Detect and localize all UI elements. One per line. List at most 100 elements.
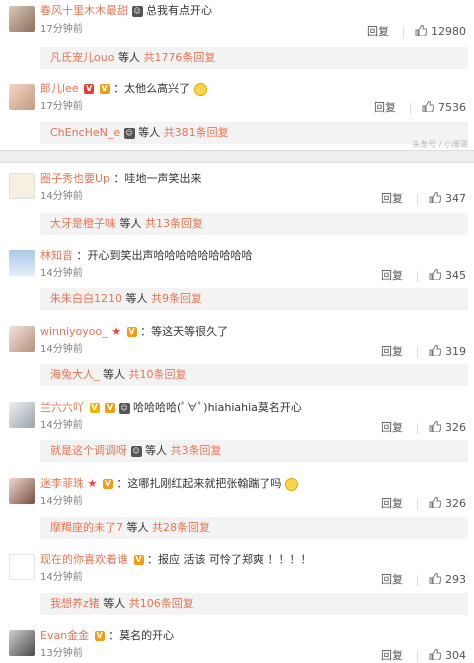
reply-username[interactable]: 就是这个调调呀 <box>50 444 127 457</box>
reply-summary[interactable]: 大牙是橙子味 等人 共13条回复 <box>40 213 468 235</box>
thumbs-up-icon[interactable] <box>422 100 435 115</box>
reply-username[interactable]: 凡氏宠儿ouo <box>50 51 114 64</box>
reply-etc: 等人 <box>103 368 125 381</box>
comment-line: 郎儿lee V V ：太他么高兴了 <box>40 82 207 96</box>
username-link[interactable]: 兰六六吖 <box>40 401 84 414</box>
avatar[interactable] <box>9 6 35 32</box>
emoji-icon: ☺ <box>118 402 130 414</box>
reply-username[interactable]: 海兔大人_ <box>50 368 100 381</box>
avatar[interactable] <box>9 402 35 428</box>
comment-text: ：哇地一声笑出来 <box>113 172 202 185</box>
comment-line: 兰六六吖 V V ☺ 哈哈哈哈(ﾟ∀ﾟ)hiahiahia莫名开心 <box>40 401 302 415</box>
username-link[interactable]: 林知音 <box>40 249 73 262</box>
reply-total-link[interactable]: 共3条回复 <box>171 444 222 457</box>
reply-total-link[interactable]: 共381条回复 <box>164 126 229 139</box>
comment-line: 迷李菲珠 ★ V ：这哪扎刚红起来就把张翰踹了吗 <box>40 477 298 491</box>
reply-button[interactable]: 回复 <box>381 649 403 662</box>
avatar[interactable] <box>9 84 35 110</box>
reply-summary[interactable]: 朱朱白白1210 等人 共9条回复 <box>40 288 468 310</box>
emoji-icon: ☺ <box>130 445 142 457</box>
username-link[interactable]: 迷李菲珠 <box>40 477 84 490</box>
thumbs-up-icon[interactable] <box>429 572 442 587</box>
reply-button[interactable]: 回复 <box>367 25 389 38</box>
thumbs-up-icon[interactable] <box>429 420 442 435</box>
avatar[interactable] <box>9 478 35 504</box>
reply-etc: 等人 <box>125 292 148 305</box>
username-link[interactable]: 郎儿lee <box>40 82 79 95</box>
reply-username[interactable]: 朱朱白白1210 <box>50 292 122 305</box>
reply-username[interactable]: 我想养z猪 <box>50 597 100 610</box>
avatar[interactable] <box>9 630 35 656</box>
reply-button[interactable]: 回复 <box>381 269 403 282</box>
reply-button[interactable]: 回复 <box>381 192 403 205</box>
divider <box>416 346 418 358</box>
reply-username[interactable]: 大牙是橙子味 <box>50 217 116 230</box>
vip-icon: V <box>99 84 110 94</box>
reply-summary[interactable]: 摩羯座的未了7 等人 共28条回复 <box>40 517 468 539</box>
emoji-icon: ☺ <box>123 127 135 139</box>
timestamp: 14分钟前 <box>40 191 83 202</box>
comment-text: ：报应 活该 可怜了郑爽 ！！！！ <box>147 553 312 566</box>
reply-etc: 等人 <box>126 521 149 534</box>
vip-icon: V <box>94 631 105 641</box>
section-gap <box>0 150 474 163</box>
comment-actions: 回复 304 <box>381 647 466 663</box>
comment-actions: 回复 345 <box>381 267 466 283</box>
reply-etc: 等人 <box>145 444 167 457</box>
reply-total-link[interactable]: 共9条回复 <box>151 292 202 305</box>
thumbs-up-icon[interactable] <box>429 344 442 359</box>
timestamp: 14分钟前 <box>40 496 83 507</box>
comment-text: ：开心到笑出声哈哈哈哈哈哈哈哈哈 <box>76 249 253 262</box>
username-link[interactable]: 现在的你喜欢着谁 <box>40 553 128 566</box>
username-link[interactable]: winniyoyoo_ <box>40 325 108 338</box>
timestamp: 14分钟前 <box>40 572 83 583</box>
reply-summary[interactable]: 我想养z猪 等人 共106条回复 <box>40 593 468 615</box>
avatar[interactable] <box>9 250 35 276</box>
reply-summary[interactable]: ChEncHeN_e ☺ 等人 共381条回复 <box>40 122 468 144</box>
reply-button[interactable]: 回复 <box>381 573 403 586</box>
avatar[interactable] <box>9 554 35 580</box>
timestamp: 13分钟前 <box>40 648 83 659</box>
comment-text: ：这哪扎刚红起来就把张翰踹了吗 <box>116 477 282 490</box>
reply-total-link[interactable]: 共106条回复 <box>129 597 194 610</box>
reply-username[interactable]: ChEncHeN_e <box>50 126 120 139</box>
reply-button[interactable]: 回复 <box>374 101 396 114</box>
divider <box>409 102 411 114</box>
reply-username[interactable]: 摩羯座的未了7 <box>50 521 123 534</box>
username-link[interactable]: 圈子秀也要Up <box>40 172 110 185</box>
reply-summary[interactable]: 就是这个调调呀 ☺ 等人 共3条回复 <box>40 440 468 462</box>
thumbs-up-icon[interactable] <box>429 191 442 206</box>
thumbs-up-icon[interactable] <box>429 496 442 511</box>
vip-icon: V <box>105 403 115 413</box>
divider <box>416 193 418 205</box>
reply-button[interactable]: 回复 <box>381 421 403 434</box>
like-count: 7536 <box>438 101 466 114</box>
avatar[interactable] <box>9 173 35 199</box>
reply-total-link[interactable]: 共1776条回复 <box>143 51 215 64</box>
thumbs-up-icon[interactable] <box>429 268 442 283</box>
watermark: 头条号 / 小顺哥 <box>412 140 468 149</box>
divider <box>416 574 418 586</box>
reply-total-link[interactable]: 共13条回复 <box>145 217 203 230</box>
reply-total-link[interactable]: 共28条回复 <box>152 521 210 534</box>
thumbs-up-icon[interactable] <box>415 24 428 39</box>
divider <box>416 498 418 510</box>
reply-button[interactable]: 回复 <box>381 345 403 358</box>
reply-total-link[interactable]: 共10条回复 <box>129 368 187 381</box>
comment-list-panel: 圈子秀也要Up ：哇地一声笑出来 14分钟前 回复 347 大牙是橙子味 等人 … <box>0 163 474 662</box>
username-link[interactable]: Evan金金 <box>40 629 89 642</box>
like-count: 304 <box>445 649 466 662</box>
divider <box>402 26 404 38</box>
smile-emoji-icon <box>284 477 298 491</box>
comment-actions: 回复 326 <box>381 495 466 511</box>
thumbs-up-icon[interactable] <box>429 648 442 663</box>
comment-actions: 回复 326 <box>381 419 466 435</box>
top-comment-panel: 春风十里木木最甜 ☺ 总我有点开心 17分钟前 回复 12980 凡氏宠儿ouo… <box>0 0 474 151</box>
reply-summary[interactable]: 凡氏宠儿ouo 等人 共1776条回复 <box>40 47 468 69</box>
username-link[interactable]: 春风十里木木最甜 <box>40 4 128 17</box>
avatar[interactable] <box>9 326 35 352</box>
like-count: 12980 <box>431 25 466 38</box>
reply-etc: 等人 <box>119 217 142 230</box>
reply-summary[interactable]: 海兔大人_ 等人 共10条回复 <box>40 364 468 386</box>
reply-button[interactable]: 回复 <box>381 497 403 510</box>
